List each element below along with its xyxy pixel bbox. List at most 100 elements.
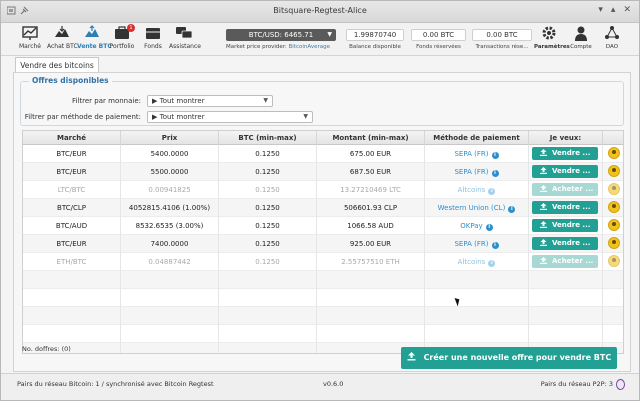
account-icon	[575, 26, 587, 41]
support-icon	[176, 27, 193, 39]
upload-icon	[540, 147, 547, 160]
take-offer-button[interactable]: Acheter ...	[532, 255, 598, 268]
nav-market[interactable]: Marché	[15, 25, 45, 55]
column-market[interactable]: Marché	[23, 131, 121, 145]
column-action[interactable]: Je veux:	[529, 131, 603, 145]
table-header: Marché Prix BTC (min-max) Montant (min-m…	[23, 131, 623, 145]
peer-avatar[interactable]	[608, 219, 620, 231]
take-offer-button[interactable]: Vendre ...	[532, 165, 598, 178]
info-icon[interactable]: i	[508, 206, 516, 213]
tab-sell-bitcoins[interactable]: Vendre des bitcoins	[15, 57, 99, 73]
cell-btc: 0.1250	[219, 145, 317, 163]
table-row[interactable]: BTC/EUR 7400.0000 0.1250 925.00 EUR SEPA (FR…	[23, 235, 623, 253]
nav-settings-label: Paramètres	[534, 44, 570, 50]
nav-funds[interactable]: Fonds	[138, 25, 168, 55]
column-payment[interactable]: Méthode de paiement	[425, 131, 529, 145]
take-offer-button[interactable]: Acheter ...	[532, 183, 598, 196]
take-offer-button[interactable]: Vendre ...	[532, 201, 598, 214]
nav-settings[interactable]: Paramètres	[534, 25, 570, 50]
cell-btc	[219, 325, 317, 343]
payment-filter-select[interactable]: ▶ Tout montrer ▼	[147, 111, 313, 123]
info-icon[interactable]: i	[485, 224, 493, 231]
close-icon[interactable]: ✕	[623, 5, 631, 15]
nav-account[interactable]: Compte	[566, 25, 596, 50]
cell-amount: 925.00 EUR	[317, 235, 425, 253]
nav-market-label: Marché	[19, 43, 41, 50]
payment-method-label: SEPA (FR)	[454, 150, 489, 158]
maximize-icon[interactable]: ▴	[611, 5, 616, 15]
market-price-select[interactable]: BTC/USD: 6465.71 ▼	[226, 29, 336, 41]
take-offer-button[interactable]: Vendre ...	[532, 237, 598, 250]
bitcoin-network-status: Pairs du réseau Bitcoin: 1 / synchronisé…	[17, 380, 214, 388]
table-row	[23, 289, 623, 307]
take-offer-button[interactable]: Vendre ...	[532, 147, 598, 160]
peer-avatar[interactable]	[608, 237, 620, 249]
peer-avatar[interactable]	[608, 147, 620, 159]
market-price: BTC/USD: 6465.71	[248, 31, 314, 39]
peer-avatar[interactable]	[608, 183, 620, 195]
take-offer-label: Vendre ...	[552, 203, 591, 211]
cell-amount	[317, 289, 425, 307]
info-icon[interactable]: i	[491, 152, 499, 159]
p2p-network-status: Pairs du réseau P2P: 3	[540, 380, 613, 388]
chevron-down-icon: ▼	[327, 31, 332, 38]
payment-method-label: Altcoins	[457, 186, 486, 194]
cell-price: 0.00941825	[121, 181, 219, 199]
nav-support[interactable]: Assistance	[169, 25, 201, 55]
payment-filter-label: Filtrer par méthode de paiement:	[24, 113, 141, 121]
nav-dao[interactable]: DAO	[597, 25, 627, 50]
info-icon[interactable]: i	[491, 242, 499, 249]
table-row[interactable]: BTC/EUR 5500.0000 0.1250 687.50 EUR SEPA (FR…	[23, 163, 623, 181]
cell-payment: Altcoins i	[425, 253, 529, 271]
nav-sell-btc[interactable]: Vente BTC	[77, 25, 112, 55]
column-amount[interactable]: Montant (min-max)	[317, 131, 425, 145]
table-row[interactable]: LTC/BTC 0.00941825 0.1250 13.27210469 LTC Al…	[23, 181, 623, 199]
minimize-icon[interactable]: ▾	[598, 5, 603, 15]
price-provider-link[interactable]: BitcoinAverage	[289, 44, 330, 50]
take-offer-button[interactable]: Vendre ...	[532, 219, 598, 232]
cell-payment: Western Union (CL) i	[425, 199, 529, 217]
cell-amount: 506601.93 CLP	[317, 199, 425, 217]
payment-method-label: SEPA (FR)	[454, 240, 489, 248]
info-icon[interactable]: i	[491, 170, 499, 177]
table-row[interactable]: BTC/CLP 4052815.4106 (1.00%) 0.1250 506601.…	[23, 199, 623, 217]
table-row[interactable]: BTC/AUD 8532.6535 (3.00%) 0.1250 1066.58 AU…	[23, 217, 623, 235]
cell-price	[121, 307, 219, 325]
currency-filter-select[interactable]: ▶ Tout montrer ▼	[147, 95, 273, 107]
payment-method-label: Altcoins	[457, 258, 486, 266]
create-offer-label: Créer une nouvelle offre pour vendre BTC	[423, 353, 612, 362]
table-row[interactable]: ETH/BTC 0.04887442 0.1250 2.55757510 ETH Alt…	[23, 253, 623, 271]
nav-buy-btc[interactable]: Achat BTC	[47, 25, 78, 55]
column-price[interactable]: Prix	[121, 131, 219, 145]
upload-icon	[540, 201, 547, 214]
peer-avatar[interactable]	[608, 255, 620, 267]
cell-price: 5400.0000	[121, 145, 219, 163]
column-btc[interactable]: BTC (min-max)	[219, 131, 317, 145]
cell-btc	[219, 343, 317, 353]
cell-price	[121, 289, 219, 307]
peer-avatar[interactable]	[608, 201, 620, 213]
price-provider: Market price provider: BitcoinAverage	[226, 44, 330, 50]
cell-action	[529, 271, 603, 289]
cell-avatar	[603, 289, 623, 307]
upload-icon	[540, 165, 547, 178]
buy-icon	[55, 26, 69, 37]
cell-action	[529, 289, 603, 307]
currency-filter-value: ▶ Tout montrer	[152, 97, 205, 105]
create-offer-button[interactable]: Créer une nouvelle offre pour vendre BTC	[401, 347, 617, 369]
peer-avatar[interactable]	[608, 165, 620, 177]
cell-avatar	[603, 271, 623, 289]
filters-group: Offres disponibles Filtrer par monnaie: …	[20, 76, 624, 126]
table-row[interactable]: BTC/EUR 5400.0000 0.1250 675.00 EUR SEPA (FR…	[23, 145, 623, 163]
info-icon[interactable]: i	[488, 188, 496, 195]
title-bar: Bitsquare-Regtest-Alice ▾ ▴ ✕	[1, 1, 639, 23]
nav-portfolio[interactable]: 1 Portfolio	[107, 24, 137, 55]
cell-market: BTC/AUD	[23, 217, 121, 235]
tor-icon	[616, 379, 625, 390]
filters-title: Offres disponibles	[29, 76, 112, 85]
offers-table: Marché Prix BTC (min-max) Montant (min-m…	[22, 130, 624, 354]
cell-price: 4052815.4106 (1.00%)	[121, 199, 219, 217]
upload-icon	[407, 352, 416, 361]
app-version: v0.6.0	[323, 380, 344, 388]
info-icon[interactable]: i	[488, 260, 496, 267]
